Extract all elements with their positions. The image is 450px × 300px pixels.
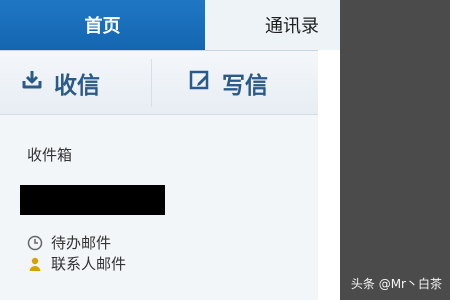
main-content-edge [318,50,340,300]
top-tab-bar: 首页 通讯录 [0,0,340,51]
sidebar-item-label: 收件箱 [27,146,73,164]
receive-mail-button[interactable]: 收信 [20,51,100,114]
download-icon [20,68,54,98]
tab-contacts-label: 通讯录 [265,16,319,37]
compose-mail-label: 写信 [222,72,268,99]
sidebar-item-label: 待办邮件 [51,234,112,252]
tab-home[interactable]: 首页 [0,0,205,50]
action-divider [151,59,152,107]
receive-mail-label: 收信 [54,72,100,99]
sidebar-item-inbox[interactable]: 收件箱 [27,144,72,165]
edit-icon [188,68,222,98]
watermark-text: 头条 @Mr丶白茶 [350,277,442,291]
person-icon [27,256,43,272]
side-panel: 头条 @Mr丶白茶 [340,0,450,300]
sidebar-item-label: 联系人邮件 [51,255,127,273]
redacted-block [20,185,165,215]
sidebar-item-contact-mail[interactable]: 联系人邮件 [27,253,126,274]
tab-home-label: 首页 [84,16,121,37]
clock-icon [27,235,43,251]
compose-mail-button[interactable]: 写信 [188,51,268,114]
sidebar-item-todo-mail[interactable]: 待办邮件 [27,232,111,253]
tab-contacts[interactable]: 通讯录 [205,0,340,50]
mail-sidebar: 收件箱 待办邮件 联系人邮件 [0,115,319,300]
mail-action-bar: 收信 写信 [0,51,318,115]
